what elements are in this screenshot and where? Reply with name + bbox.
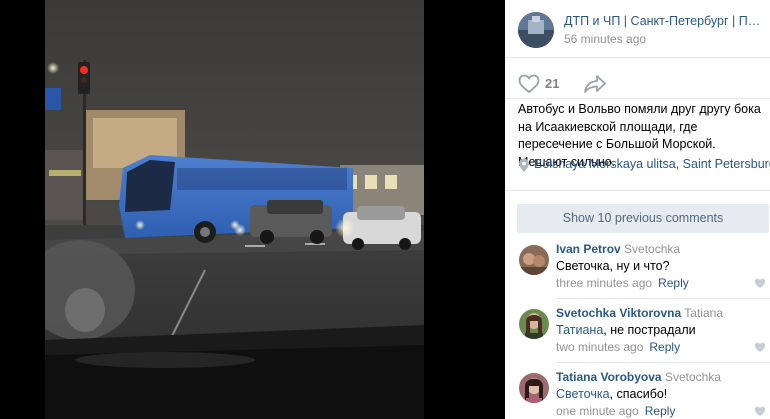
- comment-header: Tatiana Vorobyova Svetochka: [556, 370, 721, 384]
- comment-addressee[interactable]: Светочка: [556, 387, 610, 401]
- commenter-avatar-image: [519, 309, 549, 339]
- photo-viewer: ДТП и ЧП | Санкт-Петербург | Питер Онлай…: [0, 0, 770, 419]
- comment: Tatiana Vorobyova Svetochka Светочка, сп…: [505, 370, 770, 419]
- street-photo-image: [45, 0, 424, 419]
- comment-meta: three minutes ago Reply: [556, 276, 689, 290]
- show-previous-comments-button[interactable]: Show 10 previous comments: [517, 204, 769, 233]
- comment-header: Ivan Petrov Svetochka: [556, 242, 680, 256]
- comment-reply-button[interactable]: Reply: [645, 404, 676, 418]
- commenter-avatar[interactable]: [519, 245, 549, 275]
- share-arrow-icon: [584, 75, 606, 93]
- comment: Svetochka Viktorovna Tatiana Татиана, не…: [505, 306, 770, 366]
- comment-meta: two minutes ago Reply: [556, 340, 680, 354]
- photo-area[interactable]: [0, 0, 505, 419]
- share-button[interactable]: [583, 74, 607, 96]
- comment-meta: one minute ago Reply: [556, 404, 675, 418]
- divider: [505, 190, 770, 191]
- comment-reply-button[interactable]: Reply: [649, 340, 680, 354]
- post-header: ДТП и ЧП | Санкт-Петербург | Питер Онлай…: [505, 0, 770, 58]
- comment-time[interactable]: two minutes ago: [556, 340, 643, 354]
- comment: Ivan Petrov Svetochka Светочка, ну и что…: [505, 242, 770, 302]
- comment-time[interactable]: three minutes ago: [556, 276, 652, 290]
- commenter-avatar[interactable]: [519, 373, 549, 403]
- community-avatar-image: [518, 12, 554, 48]
- map-pin-icon: [519, 158, 529, 172]
- comment-text: Татиана, не пострадали: [556, 323, 696, 337]
- post-sidebar: ДТП и ЧП | Санкт-Петербург | Питер Онлай…: [505, 0, 770, 419]
- small-heart-icon[interactable]: [754, 342, 766, 353]
- like-count: 21: [545, 76, 560, 91]
- commenter-avatar-image: [519, 373, 549, 403]
- comment-time[interactable]: one minute ago: [556, 404, 639, 418]
- comment-text: Светочка, ну и что?: [556, 259, 670, 273]
- post-time[interactable]: 56 minutes ago: [564, 32, 646, 46]
- comment-author[interactable]: Ivan Petrov: [556, 242, 621, 256]
- comment-author[interactable]: Tatiana Vorobyova: [556, 370, 662, 384]
- commenter-avatar-image: [519, 245, 549, 275]
- comment-reply-button[interactable]: Reply: [658, 276, 689, 290]
- comment-text: Светочка, спасибо!: [556, 387, 667, 401]
- comment-reply-to[interactable]: Tatiana: [684, 306, 723, 320]
- comment-body: , не пострадали: [603, 323, 696, 337]
- comment-reply-to[interactable]: Svetochka: [624, 242, 680, 256]
- commenter-avatar[interactable]: [519, 309, 549, 339]
- comment-header: Svetochka Viktorovna Tatiana: [556, 306, 723, 320]
- post-photo[interactable]: [45, 0, 424, 419]
- post-location[interactable]: Bolshaya Morskaya ulitsa, Saint Petersbu…: [518, 157, 770, 175]
- heart-icon: [518, 74, 540, 94]
- comment-addressee[interactable]: Татиана: [556, 323, 603, 337]
- community-avatar[interactable]: [518, 12, 554, 48]
- comment-divider: [556, 362, 770, 363]
- location-label: Bolshaya Morskaya ulitsa, Saint Petersbu…: [534, 157, 770, 171]
- comment-author[interactable]: Svetochka Viktorovna: [556, 306, 681, 320]
- small-heart-icon[interactable]: [754, 406, 766, 417]
- like-button[interactable]: 21: [518, 74, 573, 96]
- post-actions: 21: [505, 58, 770, 99]
- post-author[interactable]: ДТП и ЧП | Санкт-Петербург | Питер Онлай…: [564, 14, 764, 28]
- small-heart-icon[interactable]: [754, 278, 766, 289]
- comment-divider: [556, 298, 770, 299]
- comment-reply-to[interactable]: Svetochka: [665, 370, 721, 384]
- comment-body: , спасибо!: [609, 387, 668, 401]
